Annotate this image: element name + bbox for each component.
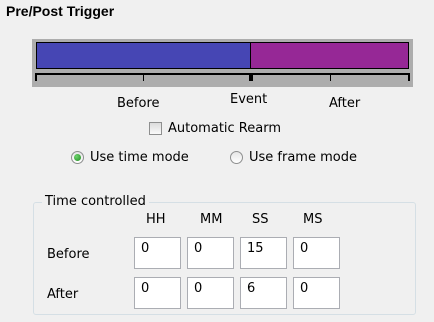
- after-ms-input[interactable]: 0: [293, 277, 340, 309]
- before-ss-input[interactable]: 15: [240, 237, 287, 269]
- event-label: Event: [230, 92, 268, 107]
- after-segment[interactable]: [250, 42, 409, 69]
- after-label: After: [329, 96, 361, 111]
- row-label-before: Before: [47, 247, 90, 262]
- group-legend: Time controlled: [42, 194, 149, 209]
- checkbox-box[interactable]: [149, 122, 162, 135]
- time-mode-label: Use time mode: [90, 150, 189, 165]
- after-hh-input[interactable]: 0: [134, 277, 181, 309]
- after-bracket: [251, 73, 410, 81]
- before-ms-input[interactable]: 0: [293, 237, 340, 269]
- frame-mode-radio-circle[interactable]: [230, 151, 243, 164]
- column-header-hh: HH: [146, 212, 166, 227]
- before-hh-input[interactable]: 0: [134, 237, 181, 269]
- frame-mode-radio[interactable]: Use frame mode: [230, 150, 357, 165]
- section-title: Pre/Post Trigger: [6, 3, 115, 19]
- before-segment[interactable]: [36, 42, 251, 69]
- frame-mode-label: Use frame mode: [249, 150, 357, 165]
- before-bracket: [35, 73, 251, 81]
- row-label-after: After: [47, 287, 79, 302]
- column-header-mm: MM: [200, 212, 223, 227]
- trigger-bar[interactable]: [32, 39, 413, 87]
- automatic-rearm-label: Automatic Rearm: [168, 121, 281, 136]
- column-header-ss: SS: [252, 212, 269, 227]
- before-mm-input[interactable]: 0: [187, 237, 234, 269]
- automatic-rearm-checkbox[interactable]: Automatic Rearm: [149, 121, 281, 136]
- time-mode-radio-circle[interactable]: [71, 151, 84, 164]
- radio-selected-dot: [74, 154, 81, 161]
- after-mm-input[interactable]: 0: [187, 277, 234, 309]
- after-ss-input[interactable]: 6: [240, 277, 287, 309]
- before-label: Before: [117, 96, 160, 111]
- column-header-ms: MS: [303, 212, 323, 227]
- time-mode-radio[interactable]: Use time mode: [71, 150, 189, 165]
